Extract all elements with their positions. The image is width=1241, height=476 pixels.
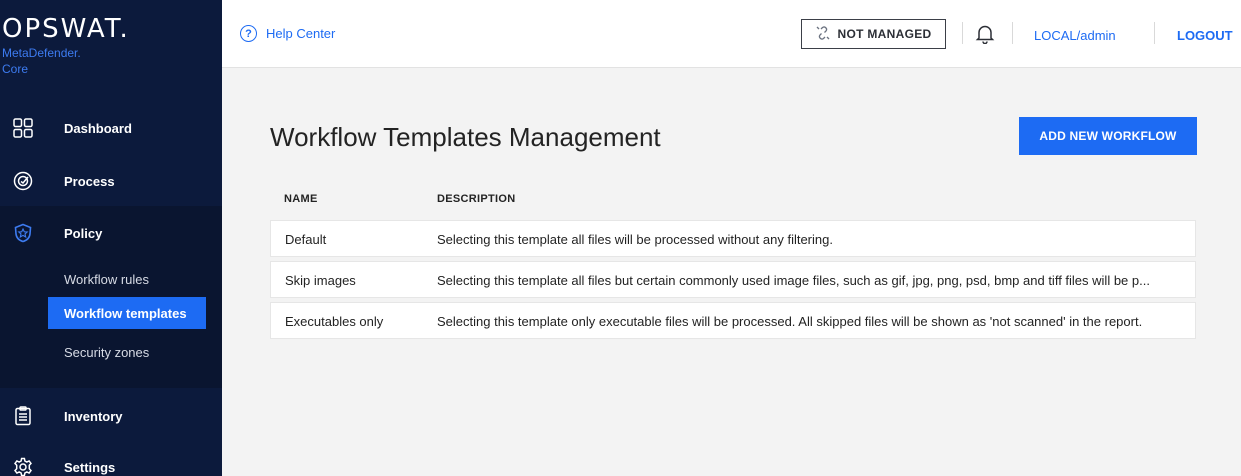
help-circle-icon: ?	[240, 25, 257, 42]
template-description: Selecting this template all files will b…	[437, 232, 833, 247]
help-center-link[interactable]: ? Help Center	[240, 25, 335, 42]
sidebar-item-inventory[interactable]: Inventory	[0, 390, 222, 442]
template-name: Executables only	[285, 314, 384, 329]
sidebar-subitem-label: Workflow rules	[64, 271, 150, 287]
not-managed-button[interactable]: NOT MANAGED	[801, 19, 946, 49]
header-divider	[1012, 22, 1013, 44]
sidebar-item-label: Process	[64, 173, 115, 189]
table-row[interactable]: Executables only Selecting this template…	[270, 302, 1196, 339]
product-edition: Core	[2, 62, 29, 76]
page-title: Workflow Templates Management	[270, 122, 661, 152]
sidebar-item-label: Settings	[64, 459, 116, 475]
header-divider	[1154, 22, 1155, 44]
unlink-icon	[816, 25, 830, 43]
table-row[interactable]: Skip images Selecting this template all …	[270, 261, 1196, 298]
top-header: ? Help Center NOT MANAGED LOCAL/admin LO…	[222, 0, 1241, 68]
clipboard-icon	[12, 405, 34, 427]
add-new-workflow-button[interactable]: ADD NEW WORKFLOW	[1019, 117, 1197, 155]
sidebar-item-settings[interactable]: Settings	[0, 441, 222, 476]
template-description: Selecting this template all files but ce…	[437, 273, 1150, 288]
notifications-bell-icon[interactable]	[975, 24, 995, 45]
sidebar-item-label: Dashboard	[64, 120, 132, 136]
product-name: MetaDefender.	[2, 46, 81, 60]
sidebar-subitem-workflow-rules[interactable]: Workflow rules	[48, 263, 206, 295]
brand-name: OPSWAT.	[2, 14, 130, 44]
column-header-name[interactable]: NAME	[284, 193, 318, 205]
gear-icon	[12, 456, 34, 476]
help-center-label: Help Center	[266, 26, 336, 41]
process-check-icon	[12, 170, 34, 192]
logout-button[interactable]: LOGOUT	[1177, 28, 1233, 43]
template-name: Skip images	[285, 273, 356, 288]
sidebar-item-dashboard[interactable]: Dashboard	[0, 102, 222, 154]
shield-icon	[12, 222, 34, 244]
brand-logo[interactable]: OPSWAT. MetaDefender. Core	[0, 0, 222, 96]
sidebar-subitem-label: Security zones	[64, 344, 150, 360]
not-managed-label: NOT MANAGED	[837, 27, 932, 41]
header-divider	[962, 22, 963, 44]
template-description: Selecting this template only executable …	[437, 314, 1143, 329]
sidebar-item-process[interactable]: Process	[0, 155, 222, 207]
sidebar-item-label: Inventory	[64, 408, 123, 424]
sidebar-item-label: Policy	[64, 225, 103, 241]
sidebar-subitem-workflow-templates[interactable]: Workflow templates	[48, 297, 206, 329]
user-account-link[interactable]: LOCAL/admin	[1034, 28, 1116, 43]
column-header-description: DESCRIPTION	[437, 193, 516, 205]
sidebar-subitem-security-zones[interactable]: Security zones	[48, 336, 206, 368]
dashboard-grid-icon	[12, 117, 34, 139]
table-row[interactable]: Default Selecting this template all file…	[270, 220, 1196, 257]
template-name: Default	[285, 232, 327, 247]
sidebar: OPSWAT. MetaDefender. Core Dashboard Pro…	[0, 0, 222, 476]
sidebar-subitem-label: Workflow templates	[64, 305, 187, 321]
sidebar-item-policy[interactable]: Policy	[0, 207, 222, 259]
